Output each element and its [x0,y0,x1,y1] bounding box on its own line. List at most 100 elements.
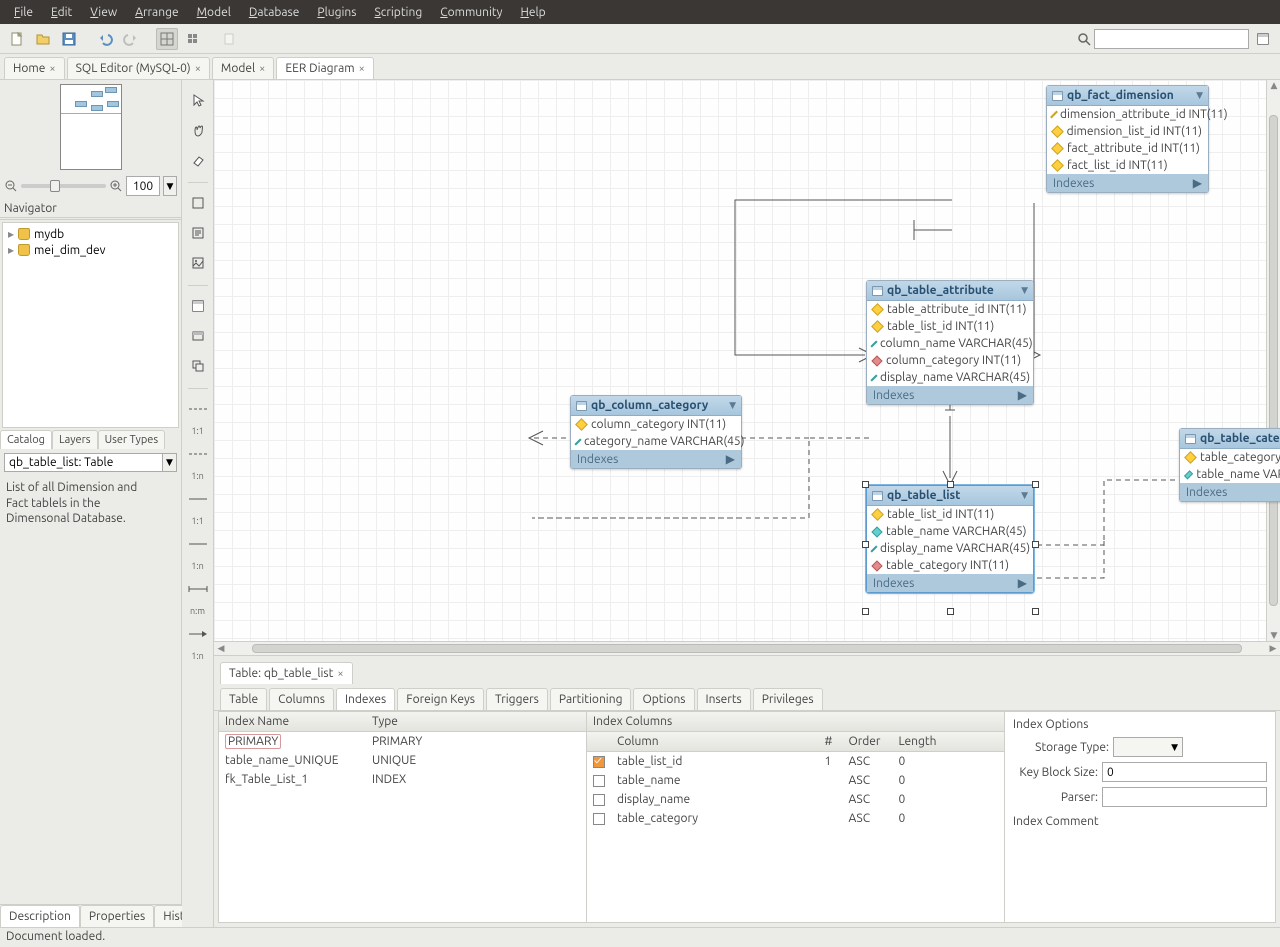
menu-help[interactable]: Help [512,3,553,22]
chevron-down-icon[interactable]: ▼ [163,453,177,472]
save-icon[interactable] [58,28,80,50]
layer-icon[interactable] [186,191,210,215]
tab-columns[interactable]: Columns [269,688,334,710]
search-icon[interactable] [1077,32,1091,46]
menu-file[interactable]: File [6,3,41,22]
tab-privileges[interactable]: Privileges [753,688,823,710]
open-folder-icon[interactable] [32,28,54,50]
eer-canvas[interactable]: ▲▼ [214,80,1280,641]
collapse-icon[interactable]: ▼ [729,400,736,411]
object-selector[interactable]: qb_table_list: Table ▼ [4,453,177,472]
tab-foreign-keys[interactable]: Foreign Keys [397,688,484,710]
indexes-label[interactable]: Indexes [1186,486,1227,499]
menu-view[interactable]: View [82,3,125,22]
expand-icon[interactable]: ▶ [1018,576,1027,590]
editor-doc-tab[interactable]: Table: qb_table_list× [220,662,353,684]
scrollbar-vertical[interactable]: ▲▼ [1266,80,1280,641]
rel-1-1-id-icon[interactable] [186,487,210,511]
parser-input[interactable] [1102,787,1267,807]
storage-type-select[interactable]: ▼ [1113,737,1183,757]
zoom-out-icon[interactable] [4,179,18,193]
redo-icon[interactable] [120,28,142,50]
tab-catalog[interactable]: Catalog [0,430,52,449]
expand-icon[interactable]: ▶ [1018,388,1027,402]
index-row[interactable]: PRIMARYPRIMARY [219,732,586,752]
index-row[interactable]: fk_Table_List_1INDEX [219,770,586,789]
overview-minimap[interactable] [60,84,122,170]
close-icon[interactable]: × [337,668,343,680]
collapse-icon[interactable]: ▼ [1196,90,1203,101]
zoom-slider[interactable] [21,184,106,188]
close-icon[interactable]: × [259,63,265,75]
zoom-in-icon[interactable] [109,179,123,193]
tab-inserts[interactable]: Inserts [697,688,751,710]
checkbox-icon[interactable] [593,756,605,768]
tab-model[interactable]: Model× [212,57,274,79]
tab-options[interactable]: Options [633,688,694,710]
kbs-input[interactable] [1102,762,1267,782]
eraser-icon[interactable] [186,148,210,172]
tab-usertypes[interactable]: User Types [98,430,166,449]
tab-sqleditor[interactable]: SQL Editor (MySQL-0)× [67,57,210,79]
undo-icon[interactable] [94,28,116,50]
index-col-row[interactable]: table_nameASC0 [587,771,1004,790]
index-col-row[interactable]: table_list_id1ASC0 [587,752,1004,772]
index-row[interactable]: table_name_UNIQUEUNIQUE [219,751,586,770]
routine-group-icon[interactable] [186,354,210,378]
rel-1-n-id-icon[interactable] [186,532,210,556]
menu-database[interactable]: Database [241,3,308,22]
tab-home[interactable]: Home× [4,57,65,79]
index-list[interactable]: Index NameType PRIMARYPRIMARY table_name… [219,712,587,922]
rel-1-1-nonid-icon[interactable] [186,397,210,421]
menu-community[interactable]: Community [432,3,510,22]
close-icon[interactable]: × [195,63,201,75]
entity-qb-column-category[interactable]: qb_column_category▼ column_category INT(… [570,395,742,469]
db-item-mydb[interactable]: ▸mydb [6,226,175,242]
grid-icon[interactable] [182,28,204,50]
index-col-row[interactable]: table_categoryASC0 [587,809,1004,828]
expand-icon[interactable]: ▶ [1193,176,1202,190]
close-icon[interactable]: × [49,63,55,75]
rel-n-m-icon[interactable] [186,577,210,601]
catalog-tree[interactable]: ▸mydb ▸mei_dim_dev [2,222,179,428]
expand-icon[interactable]: ▶ [726,452,735,466]
zoom-dropdown[interactable]: ▼ [163,176,177,196]
collapse-icon[interactable]: ▼ [1021,285,1028,296]
checkbox-icon[interactable] [593,813,605,825]
index-col-row[interactable]: display_nameASC0 [587,790,1004,809]
entity-qb-table-attribute[interactable]: qb_table_attribute▼ table_attribute_id I… [866,280,1034,405]
cursor-icon[interactable] [186,88,210,112]
close-icon[interactable]: × [359,63,365,75]
tab-eer-diagram[interactable]: EER Diagram× [276,57,373,79]
entity-qb-table-category[interactable]: qb_table_category▼ table_category INT(11… [1179,428,1280,502]
scrollbar-horizontal[interactable]: ◀▶ [214,641,1280,655]
tab-partitioning[interactable]: Partitioning [550,688,632,710]
search-input[interactable] [1094,29,1249,49]
tab-layers[interactable]: Layers [52,430,98,449]
tab-triggers[interactable]: Triggers [486,688,548,710]
image-icon[interactable] [186,251,210,275]
tab-properties[interactable]: Properties [80,905,154,927]
menu-model[interactable]: Model [189,3,239,22]
doc-icon[interactable] [218,28,240,50]
indexes-label[interactable]: Indexes [577,453,618,466]
collapse-icon[interactable]: ▼ [1021,490,1028,501]
entity-qb-fact-dimension[interactable]: qb_fact_dimension▼ dimension_attribute_i… [1046,85,1209,193]
tab-table[interactable]: Table [220,688,267,710]
indexes-label[interactable]: Indexes [873,577,914,590]
menu-scripting[interactable]: Scripting [366,3,430,22]
indexes-label[interactable]: Indexes [873,389,914,402]
menu-plugins[interactable]: Plugins [309,3,364,22]
grid-align-icon[interactable] [156,28,178,50]
note-icon[interactable] [186,221,210,245]
tab-indexes[interactable]: Indexes [336,688,395,710]
table-icon[interactable] [186,294,210,318]
hand-icon[interactable] [186,118,210,142]
rel-1-n-nonid-icon[interactable] [186,442,210,466]
view-icon[interactable] [186,324,210,348]
db-item-mei[interactable]: ▸mei_dim_dev [6,242,175,258]
entity-qb-table-list[interactable]: qb_table_list▼ table_list_id INT(11) tab… [866,485,1034,593]
menu-edit[interactable]: Edit [43,3,80,22]
indexes-label[interactable]: Indexes [1053,177,1094,190]
checkbox-icon[interactable] [593,775,605,787]
